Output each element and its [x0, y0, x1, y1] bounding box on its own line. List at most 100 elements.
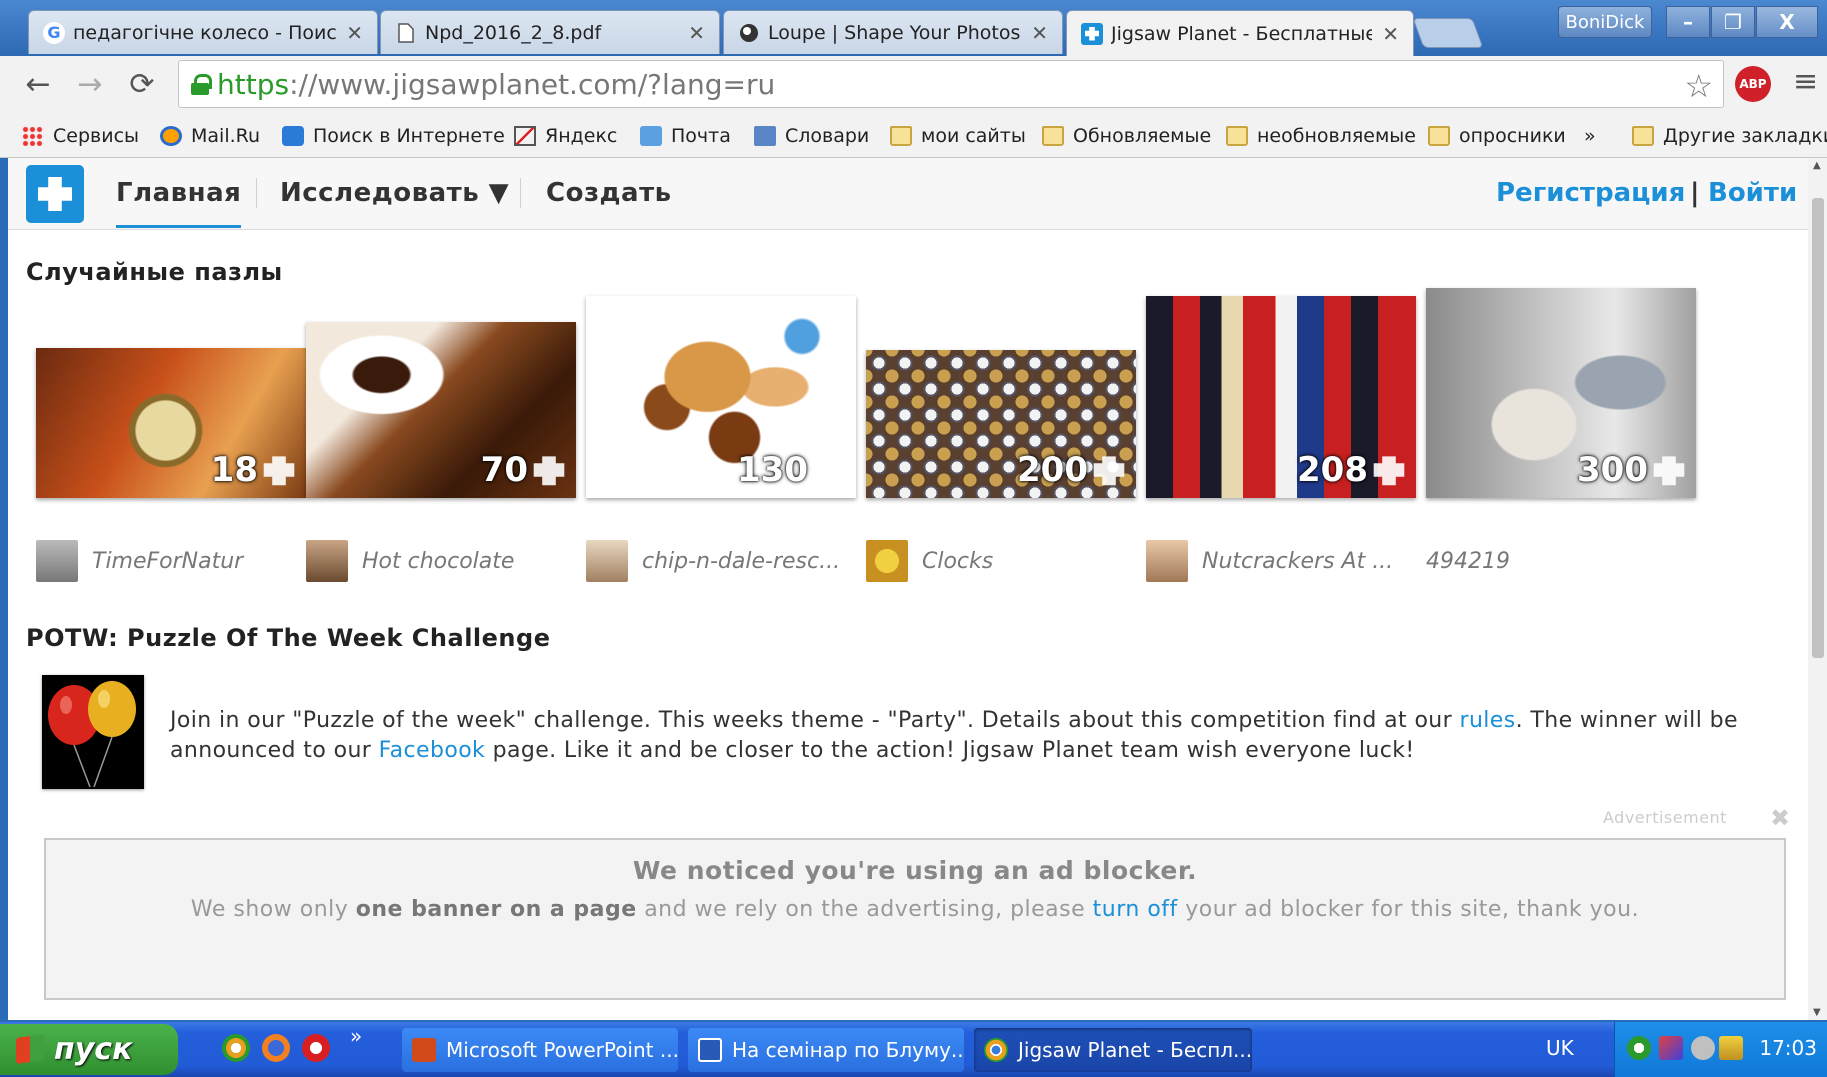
adblock-heading: We noticed you're using an ad blocker.	[632, 856, 1198, 885]
bookmark-dictionary[interactable]: Словари	[754, 122, 869, 150]
puzzle-piece-icon	[533, 456, 565, 486]
puzzle-thumbnail[interactable]: 200	[866, 350, 1136, 498]
bookmark-apps[interactable]: Сервисы	[22, 122, 139, 150]
address-bar[interactable]: https://www.jigsawplanet.com/?lang=ru ☆	[178, 60, 1724, 108]
bookmarks-overflow-chevron[interactable]: »	[1584, 122, 1596, 150]
nav-create[interactable]: Создать	[546, 178, 672, 208]
avatar	[306, 540, 348, 582]
adblock-icon[interactable]: ABP	[1735, 66, 1771, 102]
tray-network-icon[interactable]	[1659, 1036, 1683, 1060]
url-rest: ://www.jigsawplanet.com/?lang=ru	[289, 67, 776, 101]
profile-button[interactable]: BoniDick	[1558, 6, 1652, 38]
opera-quicklaunch-icon[interactable]	[302, 1034, 330, 1062]
avatar	[36, 540, 78, 582]
chrome-quicklaunch-icon[interactable]	[222, 1034, 250, 1062]
puzzle-piece-icon	[1093, 456, 1125, 486]
nav-explore-dropdown[interactable]: Исследовать ▼	[280, 178, 509, 208]
start-button[interactable]: пуск	[0, 1024, 178, 1075]
bookmark-label: Обновляемые	[1073, 125, 1212, 147]
tab-close-icon[interactable]: ✕	[1382, 22, 1399, 46]
bookmark-folder-surveys[interactable]: опросники	[1428, 122, 1566, 150]
piece-count: 200	[1017, 450, 1126, 490]
bookmark-folder-my-sites[interactable]: мои сайты	[890, 122, 1026, 150]
menu-icon[interactable]: ≡	[1793, 64, 1818, 99]
bookmark-mail[interactable]: Почта	[640, 122, 731, 150]
tab-jigsaw-planet[interactable]: Jigsaw Planet - Бесплатные ✕	[1066, 10, 1414, 56]
forward-arrow-icon[interactable]: →	[72, 64, 108, 104]
nav-home[interactable]: Главная	[116, 178, 242, 228]
puzzle-author-row[interactable]: Nutcrackers At ...	[1146, 540, 1416, 582]
nav-separator: |	[1690, 178, 1700, 208]
puzzle-author-row[interactable]: Hot chocolate	[306, 540, 576, 582]
nav-divider	[520, 178, 521, 208]
scroll-thumb[interactable]	[1812, 198, 1824, 658]
puzzle-thumbnail[interactable]: 18	[36, 348, 306, 498]
scroll-up-icon[interactable]: ▲	[1813, 160, 1821, 171]
tab-pdf[interactable]: Npd_2016_2_8.pdf ✕	[380, 10, 720, 54]
quicklaunch-more-icon[interactable]: »	[350, 1024, 362, 1048]
tab-close-icon[interactable]: ✕	[688, 21, 705, 45]
register-link[interactable]: Регистрация	[1496, 178, 1685, 208]
potw-image[interactable]	[42, 675, 144, 789]
potw-text-part: page. Like it and be closer to the actio…	[485, 738, 1415, 763]
random-puzzles-heading: Случайные пазлы	[26, 258, 283, 286]
tray-shield-icon[interactable]	[1691, 1036, 1715, 1060]
facebook-link[interactable]: Facebook	[379, 738, 486, 763]
puzzle-thumbnail[interactable]: 300	[1426, 288, 1696, 498]
bookmark-yandex[interactable]: Яндекс	[514, 122, 617, 150]
ad-close-icon[interactable]: ✖	[1770, 804, 1790, 832]
puzzle-thumbnail[interactable]: 208	[1146, 296, 1416, 498]
login-link[interactable]: Войти	[1708, 178, 1797, 208]
bookmark-folder-not-updated[interactable]: необновляемые	[1226, 122, 1416, 150]
bookmark-search[interactable]: Поиск в Интернете	[282, 122, 505, 150]
potw-heading: POTW: Puzzle Of The Week Challenge	[26, 624, 551, 652]
lock-icon	[191, 74, 212, 95]
bookmark-folder-other[interactable]: Другие закладки	[1632, 122, 1827, 150]
task-word[interactable]: На семінар по Блуму...	[688, 1028, 964, 1072]
back-arrow-icon[interactable]: ←	[20, 64, 56, 104]
tab-loupe[interactable]: Loupe | Shape Your Photos ✕	[723, 10, 1063, 54]
turn-off-link[interactable]: turn off	[1093, 897, 1178, 922]
bookmark-folder-updated[interactable]: Обновляемые	[1042, 122, 1211, 150]
adblock-notice: We noticed you're using an ad blocker. W…	[44, 838, 1786, 1000]
rules-link[interactable]: rules	[1460, 708, 1516, 733]
system-tray: 17:03	[1614, 1022, 1827, 1077]
tab-title: Jigsaw Planet - Бесплатные	[1111, 22, 1373, 45]
puzzle-piece-icon	[263, 456, 295, 486]
tab-close-icon[interactable]: ✕	[346, 21, 363, 45]
task-chrome[interactable]: Jigsaw Planet - Беспл...	[974, 1028, 1252, 1072]
google-icon: G	[43, 21, 65, 44]
language-indicator[interactable]: UK	[1546, 1036, 1574, 1060]
bookmark-mailru[interactable]: Mail.Ru	[160, 122, 260, 150]
puzzle-author-row[interactable]: Clocks	[866, 540, 1136, 582]
search-icon	[282, 126, 304, 146]
jigsaw-logo-icon[interactable]	[26, 165, 84, 223]
close-window-button[interactable]: X	[1756, 6, 1818, 38]
puzzle-author-row[interactable]: 494219	[1426, 540, 1696, 582]
firefox-quicklaunch-icon[interactable]	[262, 1034, 290, 1062]
puzzle-thumbnail[interactable]: 70	[306, 322, 576, 498]
bookmark-label: Словари	[785, 125, 870, 147]
tab-google-search[interactable]: G педагогічне колесо - Поиск ✕	[28, 10, 378, 54]
reload-icon[interactable]: ⟳	[124, 64, 160, 104]
puzzle-author-row[interactable]: TimeForNatur	[36, 540, 306, 582]
maximize-button[interactable]: ❐	[1711, 6, 1755, 38]
task-label: Microsoft PowerPoint ...	[446, 1038, 678, 1062]
page-scrollbar[interactable]: ▲ ▼	[1808, 158, 1827, 1020]
tray-app-icon[interactable]	[1627, 1036, 1651, 1060]
clock: 17:03	[1759, 1036, 1817, 1060]
bookmark-star-icon[interactable]: ☆	[1684, 67, 1713, 105]
tab-close-icon[interactable]: ✕	[1031, 21, 1048, 45]
task-powerpoint[interactable]: Microsoft PowerPoint ...	[402, 1028, 678, 1072]
puzzle-author-row[interactable]: chip-n-dale-resc...	[586, 540, 856, 582]
new-tab-button[interactable]	[1412, 18, 1484, 48]
scroll-down-icon[interactable]: ▼	[1813, 1007, 1821, 1018]
bookmark-label: необновляемые	[1257, 125, 1416, 147]
puzzle-thumbnail[interactable]: 130	[586, 296, 856, 498]
minimize-button[interactable]: –	[1666, 6, 1710, 38]
puzzle-piece-icon	[1653, 456, 1685, 486]
adblock-message: We show only one banner on a page and we…	[46, 897, 1784, 922]
potw-description: Join in our "Puzzle of the week" challen…	[170, 706, 1780, 766]
piece-count: 130	[737, 450, 846, 490]
tray-volume-icon[interactable]	[1719, 1036, 1743, 1060]
